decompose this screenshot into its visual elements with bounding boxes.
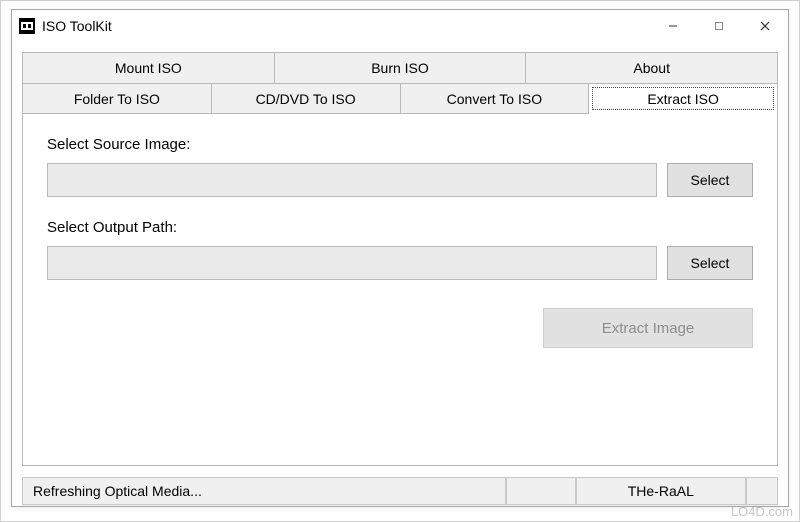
tab-panel-extract-iso: Select Source Image: Select Select Outpu… bbox=[23, 114, 777, 465]
tab-control: Mount ISO Burn ISO About Folder To ISO C… bbox=[22, 52, 778, 466]
status-cell-blank-1 bbox=[506, 477, 576, 505]
output-path-input[interactable] bbox=[47, 246, 657, 280]
tab-row-lower: Folder To ISO CD/DVD To ISO Convert To I… bbox=[23, 84, 777, 114]
source-select-button[interactable]: Select bbox=[667, 163, 753, 197]
output-path-row: Select bbox=[47, 246, 753, 280]
status-author: THe-RaAL bbox=[576, 477, 746, 505]
tab-cddvd-to-iso[interactable]: CD/DVD To ISO bbox=[212, 84, 401, 114]
tab-folder-to-iso[interactable]: Folder To ISO bbox=[23, 84, 212, 114]
tab-burn-iso[interactable]: Burn ISO bbox=[275, 53, 527, 83]
app-window: ISO ToolKit Mount ISO Burn ISO About bbox=[11, 9, 789, 507]
source-image-label: Select Source Image: bbox=[47, 136, 753, 153]
maximize-button[interactable] bbox=[696, 10, 742, 42]
window-controls bbox=[650, 10, 788, 42]
extract-image-button[interactable]: Extract Image bbox=[543, 308, 753, 348]
tab-mount-iso[interactable]: Mount ISO bbox=[23, 53, 275, 83]
output-path-label: Select Output Path: bbox=[47, 219, 753, 236]
extract-row: Extract Image bbox=[47, 308, 753, 348]
window-title: ISO ToolKit bbox=[42, 18, 112, 34]
tab-convert-to-iso[interactable]: Convert To ISO bbox=[401, 84, 590, 114]
minimize-button[interactable] bbox=[650, 10, 696, 42]
status-message: Refreshing Optical Media... bbox=[22, 477, 506, 505]
output-select-button[interactable]: Select bbox=[667, 246, 753, 280]
source-image-row: Select bbox=[47, 163, 753, 197]
source-image-input[interactable] bbox=[47, 163, 657, 197]
client-area: Mount ISO Burn ISO About Folder To ISO C… bbox=[12, 42, 788, 506]
titlebar: ISO ToolKit bbox=[12, 10, 788, 42]
app-icon bbox=[18, 17, 36, 35]
tab-extract-iso[interactable]: Extract ISO bbox=[589, 84, 777, 114]
tab-about[interactable]: About bbox=[526, 53, 777, 83]
close-button[interactable] bbox=[742, 10, 788, 42]
statusbar: Refreshing Optical Media... THe-RaAL bbox=[22, 476, 778, 506]
status-cell-blank-2 bbox=[746, 477, 778, 505]
tab-row-upper: Mount ISO Burn ISO About bbox=[23, 53, 777, 84]
